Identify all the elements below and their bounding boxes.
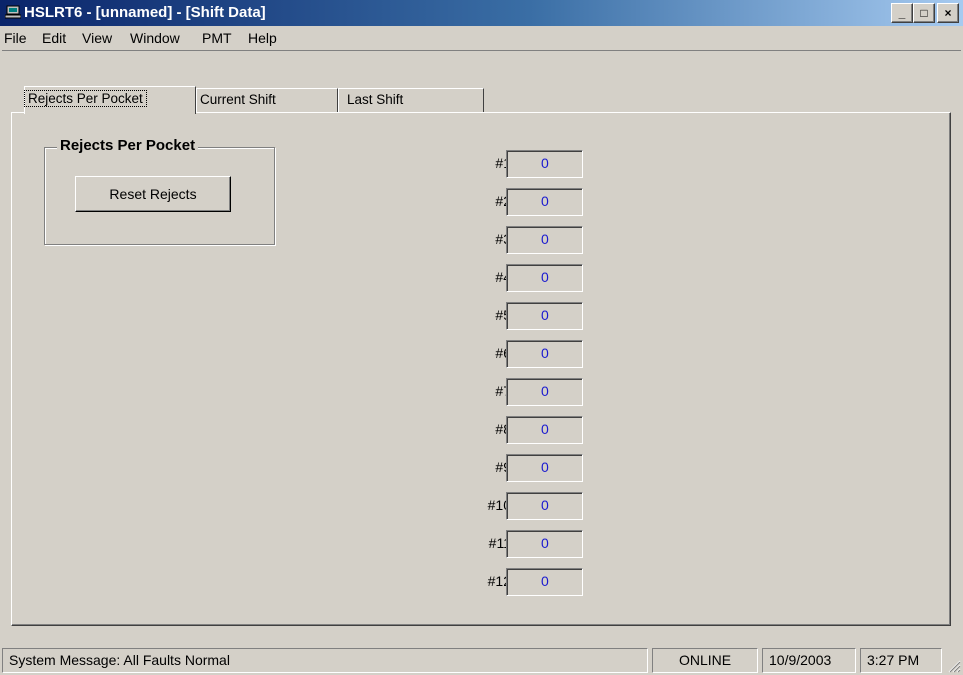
tab-label: Current Shift — [200, 92, 276, 107]
pocket-value: 0 — [541, 155, 549, 171]
pocket-value: 0 — [541, 421, 549, 437]
pocket-row: #7 0 — [440, 378, 590, 406]
pocket-value: 0 — [541, 497, 549, 513]
pocket-value-field: 0 — [506, 340, 583, 368]
mdi-divider — [2, 50, 961, 51]
group-title: Rejects Per Pocket — [57, 137, 199, 154]
title-bar[interactable]: HSLRT6 - [unnamed] - [Shift Data] _ □ × — [0, 0, 963, 26]
pocket-value: 0 — [541, 307, 549, 323]
menu-bar: File Edit View Window PMT Help — [0, 26, 963, 50]
pocket-row: #2 0 — [440, 188, 590, 216]
pocket-row: #8 0 — [440, 416, 590, 444]
menu-pmt[interactable]: PMT — [202, 30, 232, 46]
status-bar: System Message: All Faults Normal ONLINE… — [0, 640, 963, 675]
status-date: 10/9/2003 — [762, 648, 856, 673]
menu-file[interactable]: File — [4, 30, 27, 46]
pocket-row: #1 0 — [440, 150, 590, 178]
resize-grip-icon[interactable] — [947, 659, 961, 673]
tab-last-shift[interactable]: Last Shift — [338, 88, 484, 112]
pocket-value: 0 — [541, 573, 549, 589]
status-message: System Message: All Faults Normal — [2, 648, 648, 673]
tab-rejects-per-pocket[interactable]: Rejects Per Pocket — [24, 86, 196, 114]
maximize-button[interactable]: □ — [913, 3, 935, 23]
menu-window[interactable]: Window — [130, 30, 180, 46]
pocket-value: 0 — [541, 231, 549, 247]
pocket-value-field: 0 — [506, 226, 583, 254]
pocket-value: 0 — [541, 535, 549, 551]
minimize-button[interactable]: _ — [891, 3, 913, 23]
reset-rejects-button[interactable]: Reset Rejects — [75, 176, 231, 212]
window-controls: _ □ × — [891, 3, 961, 23]
pocket-value-field: 0 — [506, 492, 583, 520]
pocket-value: 0 — [541, 345, 549, 361]
pocket-value-field: 0 — [506, 188, 583, 216]
menu-help[interactable]: Help — [248, 30, 277, 46]
pocket-value: 0 — [541, 269, 549, 285]
pocket-row: #3 0 — [440, 226, 590, 254]
computer-icon — [5, 5, 21, 19]
pocket-value: 0 — [541, 383, 549, 399]
pocket-value-field: 0 — [506, 416, 583, 444]
status-connection: ONLINE — [652, 648, 758, 673]
pocket-value-field: 0 — [506, 150, 583, 178]
tab-label: Last Shift — [347, 92, 404, 107]
pocket-row: #12 0 — [440, 568, 590, 596]
pocket-row: #5 0 — [440, 302, 590, 330]
window-title: HSLRT6 - [unnamed] - [Shift Data] — [24, 4, 266, 21]
pocket-row: #10 0 — [440, 492, 590, 520]
pocket-value-field: 0 — [506, 302, 583, 330]
status-time: 3:27 PM — [860, 648, 942, 673]
pocket-value-field: 0 — [506, 454, 583, 482]
pocket-value: 0 — [541, 459, 549, 475]
tab-current-shift[interactable]: Current Shift — [196, 88, 338, 112]
pocket-value-field: 0 — [506, 378, 583, 406]
pocket-row: #4 0 — [440, 264, 590, 292]
tab-label: Rejects Per Pocket — [24, 90, 147, 107]
pocket-value-field: 0 — [506, 264, 583, 292]
pocket-row: #11 0 — [440, 530, 590, 558]
menu-edit[interactable]: Edit — [42, 30, 66, 46]
menu-view[interactable]: View — [82, 30, 112, 46]
pocket-value-field: 0 — [506, 568, 583, 596]
pocket-value-field: 0 — [506, 530, 583, 558]
pocket-value: 0 — [541, 193, 549, 209]
pocket-row: #6 0 — [440, 340, 590, 368]
pocket-row: #9 0 — [440, 454, 590, 482]
close-button[interactable]: × — [937, 3, 959, 23]
